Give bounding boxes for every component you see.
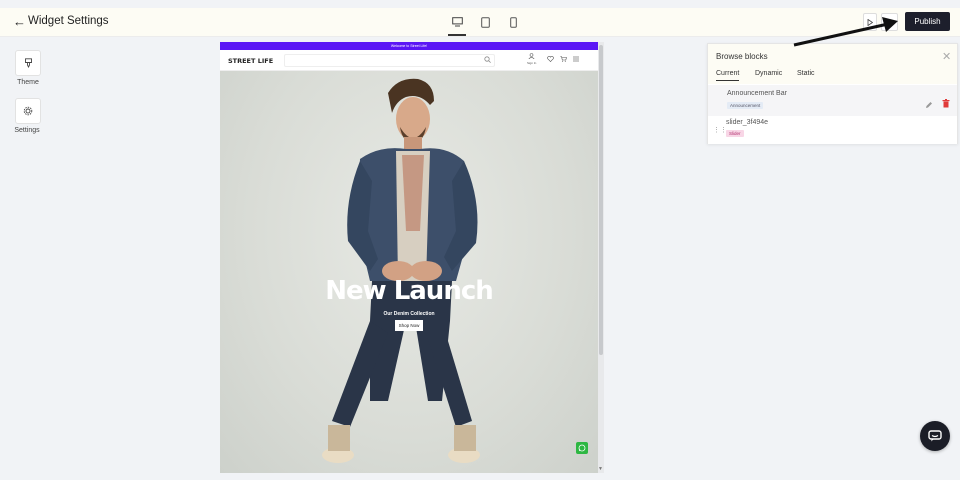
- cart-icon[interactable]: [560, 56, 567, 64]
- site-preview: Welcome to Street Life! STREET LIFE Sign…: [220, 42, 598, 473]
- hero-slider[interactable]: New Launch Our Denim Collection Shop Now: [220, 71, 598, 473]
- close-icon[interactable]: ✕: [942, 50, 951, 63]
- menu-icon[interactable]: [573, 56, 579, 64]
- annotation-arrow: [793, 17, 898, 47]
- theme-button[interactable]: [15, 50, 41, 76]
- signin-label[interactable]: Sign In: [527, 61, 536, 65]
- page-title: Widget Settings: [28, 15, 109, 27]
- block-badge: Announcement: [727, 102, 764, 109]
- preview-scrollbar[interactable]: [599, 45, 603, 355]
- search-icon[interactable]: [484, 56, 491, 65]
- hero-subtitle: Our Denim Collection: [383, 311, 435, 317]
- publish-button[interactable]: Publish: [905, 12, 950, 31]
- tab-current[interactable]: Current: [716, 70, 740, 81]
- settings-label: Settings: [14, 127, 40, 134]
- settings-button[interactable]: [15, 98, 41, 124]
- delete-icon[interactable]: [942, 95, 950, 113]
- announcement-bar[interactable]: Welcome to Street Life!: [220, 42, 598, 50]
- user-icon[interactable]: [528, 53, 535, 61]
- block-name: Announcement Bar: [727, 90, 787, 97]
- scroll-down-icon[interactable]: ▼: [598, 466, 603, 472]
- gear-icon: [23, 106, 33, 116]
- tablet-icon[interactable]: [476, 13, 494, 31]
- chat-widget-button[interactable]: [920, 421, 950, 451]
- drag-handle-icon[interactable]: ⋮⋮: [713, 126, 727, 134]
- back-arrow-icon[interactable]: ←: [13, 14, 26, 29]
- site-header: STREET LIFE Sign In: [220, 50, 598, 71]
- panel-title: Browse blocks: [716, 52, 768, 61]
- site-logo[interactable]: STREET LIFE: [228, 57, 273, 65]
- site-search-input[interactable]: [284, 54, 495, 67]
- theme-label: Theme: [17, 79, 39, 86]
- tab-static[interactable]: Static: [797, 70, 815, 77]
- block-row[interactable]: Announcement Bar Announcement: [708, 85, 957, 116]
- block-badge: Slider: [726, 130, 744, 137]
- mobile-icon[interactable]: [504, 13, 522, 31]
- block-row[interactable]: ⋮⋮ slider_3f494e Slider: [708, 116, 957, 144]
- chat-icon: [928, 430, 942, 442]
- heart-icon[interactable]: [547, 56, 554, 64]
- browse-blocks-panel: Browse blocks ✕ Current Dynamic Static A…: [707, 43, 958, 144]
- block-name: slider_3f494e: [726, 119, 769, 126]
- shop-now-button[interactable]: Shop Now: [395, 320, 423, 331]
- hero-title: New Launch: [325, 276, 494, 306]
- brush-icon: [24, 58, 32, 68]
- tab-dynamic[interactable]: Dynamic: [755, 70, 782, 77]
- desktop-icon[interactable]: [448, 13, 466, 36]
- hero-model-image: [322, 78, 480, 463]
- edit-icon[interactable]: [925, 96, 933, 114]
- whatsapp-icon[interactable]: [576, 442, 588, 454]
